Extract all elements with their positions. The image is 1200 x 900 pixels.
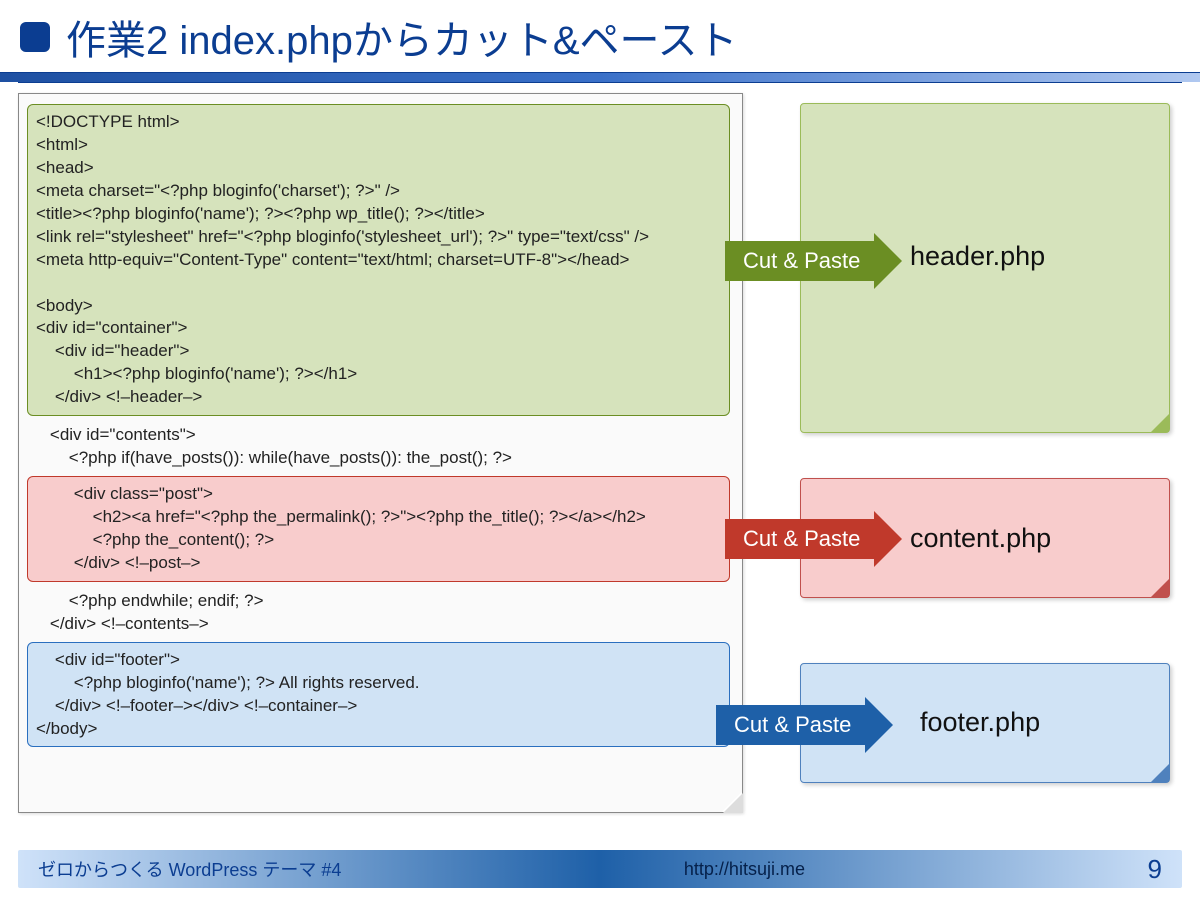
code-text: <div id="footer"> <?php bloginfo('name')… [36,649,721,741]
code-text: <?php endwhile; endif; ?> </div> <!–cont… [31,590,730,636]
page-fold-icon [722,792,742,812]
code-segment-footer: <div id="footer"> <?php bloginfo('name')… [27,642,730,748]
footer-bar: ゼロからつくる WordPress テーマ #4 http://hitsuji.… [18,850,1182,888]
slide: 作業2 index.phpからカット&ペースト <!DOCTYPE html> … [0,0,1200,900]
file-label-footer: footer.php [920,707,1040,738]
content-area: <!DOCTYPE html> <html> <head> <meta char… [0,93,1200,823]
code-text: <div class="post"> <h2><a href="<?php th… [36,483,721,575]
file-label-header: header.php [910,241,1045,272]
code-segment-content: <div class="post"> <h2><a href="<?php th… [27,476,730,582]
slide-header: 作業2 index.phpからカット&ペースト [0,0,1200,66]
arrow-head-icon [874,511,902,567]
code-text: <div id="contents"> <?php if(have_posts(… [31,424,730,470]
footer-url: http://hitsuji.me [684,859,805,880]
file-label-content: content.php [910,523,1051,554]
cut-paste-arrow-header: Cut & Paste [725,233,902,289]
arrow-label: Cut & Paste [716,705,865,745]
code-text: <!DOCTYPE html> <html> <head> <meta char… [36,111,721,409]
slide-title: 作業2 index.phpからカット&ペースト [66,8,738,66]
arrow-label: Cut & Paste [725,519,874,559]
divider [18,82,1182,83]
source-code-panel: <!DOCTYPE html> <html> <head> <meta char… [18,93,743,813]
title-bullet-icon [20,22,50,52]
arrow-head-icon [865,697,893,753]
arrow-head-icon [874,233,902,289]
cut-paste-arrow-content: Cut & Paste [725,511,902,567]
page-number: 9 [1148,854,1162,885]
footer-left: ゼロからつくる WordPress テーマ #4 [38,856,341,882]
arrow-label: Cut & Paste [725,241,874,281]
cut-paste-arrow-footer: Cut & Paste [716,697,893,753]
code-segment-header: <!DOCTYPE html> <html> <head> <meta char… [27,104,730,416]
header-gradient-bar [0,72,1200,82]
